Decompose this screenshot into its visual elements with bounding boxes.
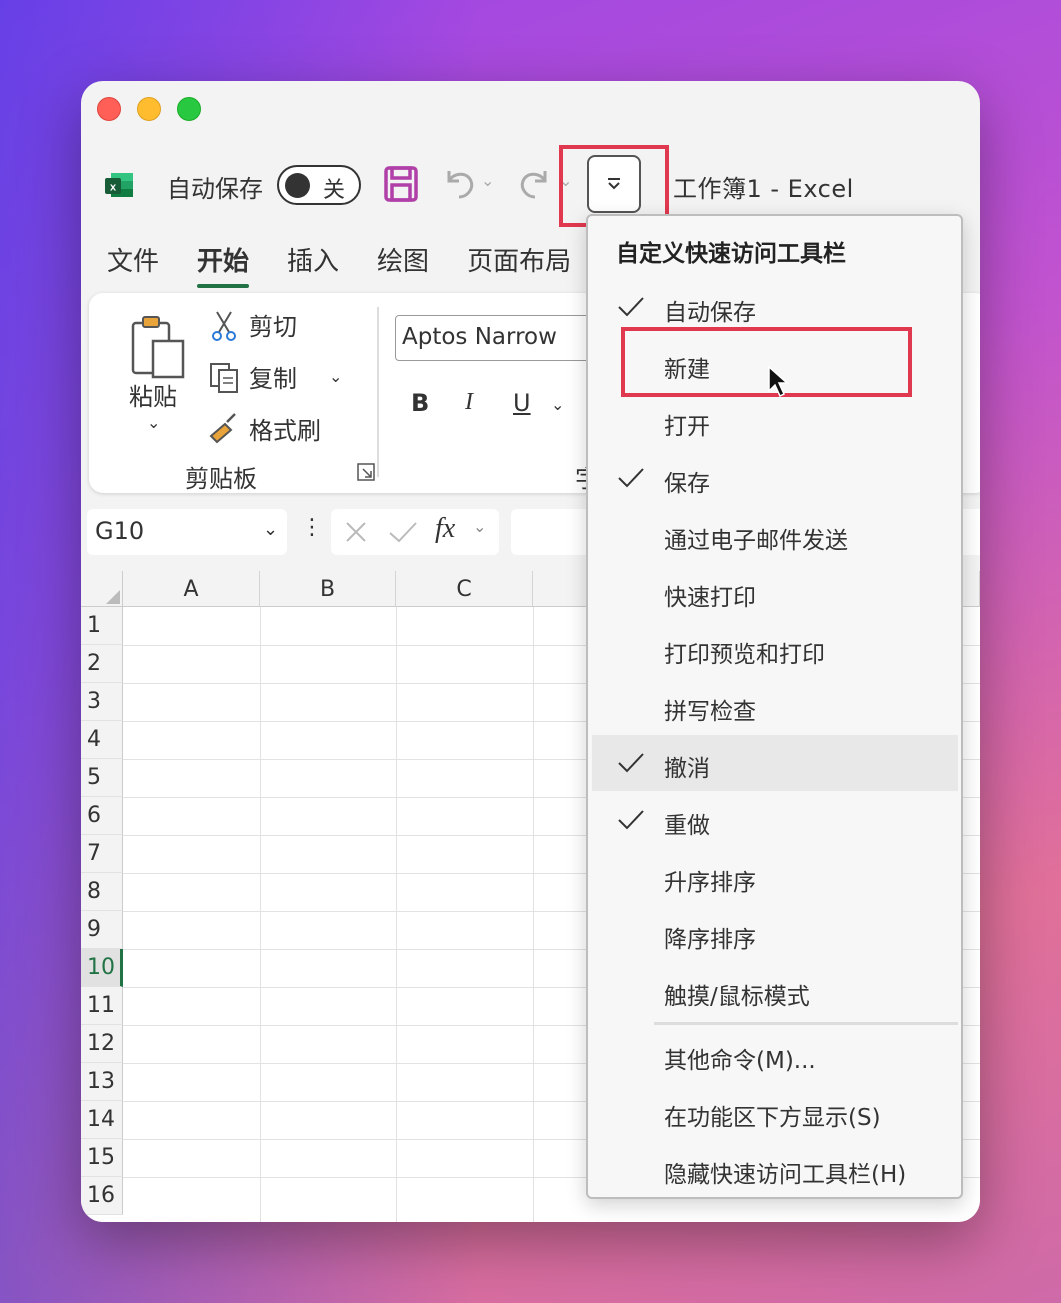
italic-button[interactable]: I (465, 389, 473, 416)
zoom-window-button[interactable] (177, 97, 201, 121)
function-dropdown-chevron-icon[interactable]: ⌄ (473, 517, 486, 536)
column-header-a[interactable]: A (123, 571, 260, 607)
paste-dropdown-chevron-icon[interactable]: ⌄ (147, 413, 160, 432)
menu-item-show-below-ribbon[interactable]: 在功能区下方显示(S) (592, 1084, 958, 1140)
paste-icon[interactable] (129, 313, 189, 383)
format-painter-button[interactable]: 格式刷 (207, 411, 321, 446)
menu-item-more-commands[interactable]: 其他命令(M)... (592, 1027, 958, 1083)
format-painter-icon (209, 412, 236, 443)
checkmark-icon (618, 297, 644, 317)
menu-item-quick-print[interactable]: 快速打印 (592, 564, 958, 620)
copy-label: 复制 (249, 365, 297, 393)
tab-insert[interactable]: 插入 (287, 241, 339, 278)
excel-window: x 自动保存 关 ⌄ ⌄ 工作簿1 - Excel 文件 开始 插入 绘图 页面… (81, 81, 980, 1222)
row-header[interactable]: 2 (81, 645, 123, 683)
row-header[interactable]: 4 (81, 721, 123, 759)
autosave-label: 自动保存 (167, 175, 263, 203)
row-header[interactable]: 1 (81, 607, 123, 645)
svg-text:x: x (110, 182, 117, 194)
cut-label: 剪切 (249, 313, 297, 341)
insert-function-button[interactable]: fx (435, 513, 455, 545)
undo-icon[interactable] (441, 165, 477, 201)
row-header[interactable]: 15 (81, 1139, 123, 1177)
column-header-c[interactable]: C (396, 571, 533, 607)
minimize-window-button[interactable] (137, 97, 161, 121)
tab-draw[interactable]: 绘图 (377, 241, 429, 278)
row-header[interactable]: 8 (81, 873, 123, 911)
cut-button[interactable]: 剪切 (207, 307, 297, 342)
mouse-pointer-icon (768, 365, 789, 398)
copy-button[interactable]: 复制 ⌄ (207, 359, 342, 394)
ribbon-separator (377, 307, 379, 477)
name-box[interactable]: G10 ⌄ (87, 509, 287, 555)
confirm-entry-icon[interactable] (387, 519, 419, 545)
menu-item-redo[interactable]: 重做 (592, 792, 958, 848)
paste-button[interactable]: 粘贴 (129, 377, 177, 412)
toggle-state-text: 关 (323, 178, 346, 203)
format-painter-label: 格式刷 (249, 417, 321, 445)
grid-line (396, 607, 397, 1222)
grid-line (260, 607, 261, 1222)
more-options-icon[interactable]: ⋮ (301, 515, 323, 540)
bold-button[interactable]: B (411, 389, 429, 417)
name-box-chevron-icon[interactable]: ⌄ (263, 519, 278, 540)
underline-button[interactable]: U (513, 389, 531, 417)
select-all-icon (106, 590, 120, 604)
menu-item-spelling[interactable]: 拼写检查 (592, 678, 958, 734)
row-header[interactable]: 14 (81, 1101, 123, 1139)
toggle-knob (285, 173, 310, 198)
undo-dropdown-chevron-icon[interactable]: ⌄ (481, 171, 494, 190)
menu-item-sort-ascending[interactable]: 升序排序 (592, 849, 958, 905)
cancel-entry-icon[interactable] (343, 519, 369, 545)
menu-item-sort-descending[interactable]: 降序排序 (592, 906, 958, 962)
quick-access-toolbar: x 自动保存 关 ⌄ ⌄ 工作簿1 - Excel (81, 145, 980, 227)
autosave-toggle[interactable]: 关 (277, 165, 361, 205)
window-controls (97, 97, 201, 121)
menu-item-hide-qat[interactable]: 隐藏快速访问工具栏(H) (592, 1141, 958, 1197)
menu-item-email[interactable]: 通过电子邮件发送 (592, 507, 958, 563)
menu-item-save[interactable]: 保存 (592, 450, 958, 506)
menu-item-open[interactable]: 打开 (592, 393, 958, 449)
column-header-b[interactable]: B (260, 571, 396, 607)
grid-line (533, 607, 534, 1222)
menu-separator (654, 1022, 958, 1025)
close-window-button[interactable] (97, 97, 121, 121)
clipboard-group-label: 剪贴板 (185, 465, 257, 493)
dialog-launcher-icon[interactable] (357, 463, 375, 481)
row-header[interactable]: 3 (81, 683, 123, 721)
menu-header: 自定义快速访问工具栏 (616, 241, 846, 267)
window-title: 工作簿1 - Excel (673, 175, 854, 203)
row-header[interactable]: 11 (81, 987, 123, 1025)
checkmark-icon (618, 468, 644, 488)
save-icon[interactable] (383, 165, 419, 203)
underline-dropdown-chevron-icon[interactable]: ⌄ (551, 395, 564, 414)
checkmark-icon (618, 810, 644, 830)
tab-file[interactable]: 文件 (107, 241, 159, 278)
row-header-selected[interactable]: 10 (81, 949, 123, 987)
row-header[interactable]: 6 (81, 797, 123, 835)
row-header[interactable]: 16 (81, 1177, 123, 1215)
row-header[interactable]: 13 (81, 1063, 123, 1101)
row-header[interactable]: 12 (81, 1025, 123, 1063)
copy-dropdown-chevron-icon[interactable]: ⌄ (329, 367, 342, 386)
row-header[interactable]: 5 (81, 759, 123, 797)
menu-item-touch-mouse-mode[interactable]: 触摸/鼠标模式 (592, 963, 958, 1019)
tab-page-layout[interactable]: 页面布局 (467, 241, 571, 278)
menu-item-print-preview[interactable]: 打印预览和打印 (592, 621, 958, 677)
select-all-corner[interactable] (81, 571, 123, 607)
checkmark-icon (618, 753, 644, 773)
formula-bar-controls: fx ⌄ (331, 509, 499, 555)
row-header[interactable]: 7 (81, 835, 123, 873)
name-box-value: G10 (95, 517, 145, 545)
row-header[interactable]: 9 (81, 911, 123, 949)
redo-icon[interactable] (517, 165, 553, 201)
menu-item-undo[interactable]: 撤消 (592, 735, 958, 791)
excel-logo-icon: x (105, 173, 133, 197)
ribbon-tabs: 文件 开始 插入 绘图 页面布局 (107, 241, 609, 288)
scissors-icon (212, 310, 236, 341)
tab-home[interactable]: 开始 (197, 241, 250, 288)
copy-icon (210, 362, 238, 393)
